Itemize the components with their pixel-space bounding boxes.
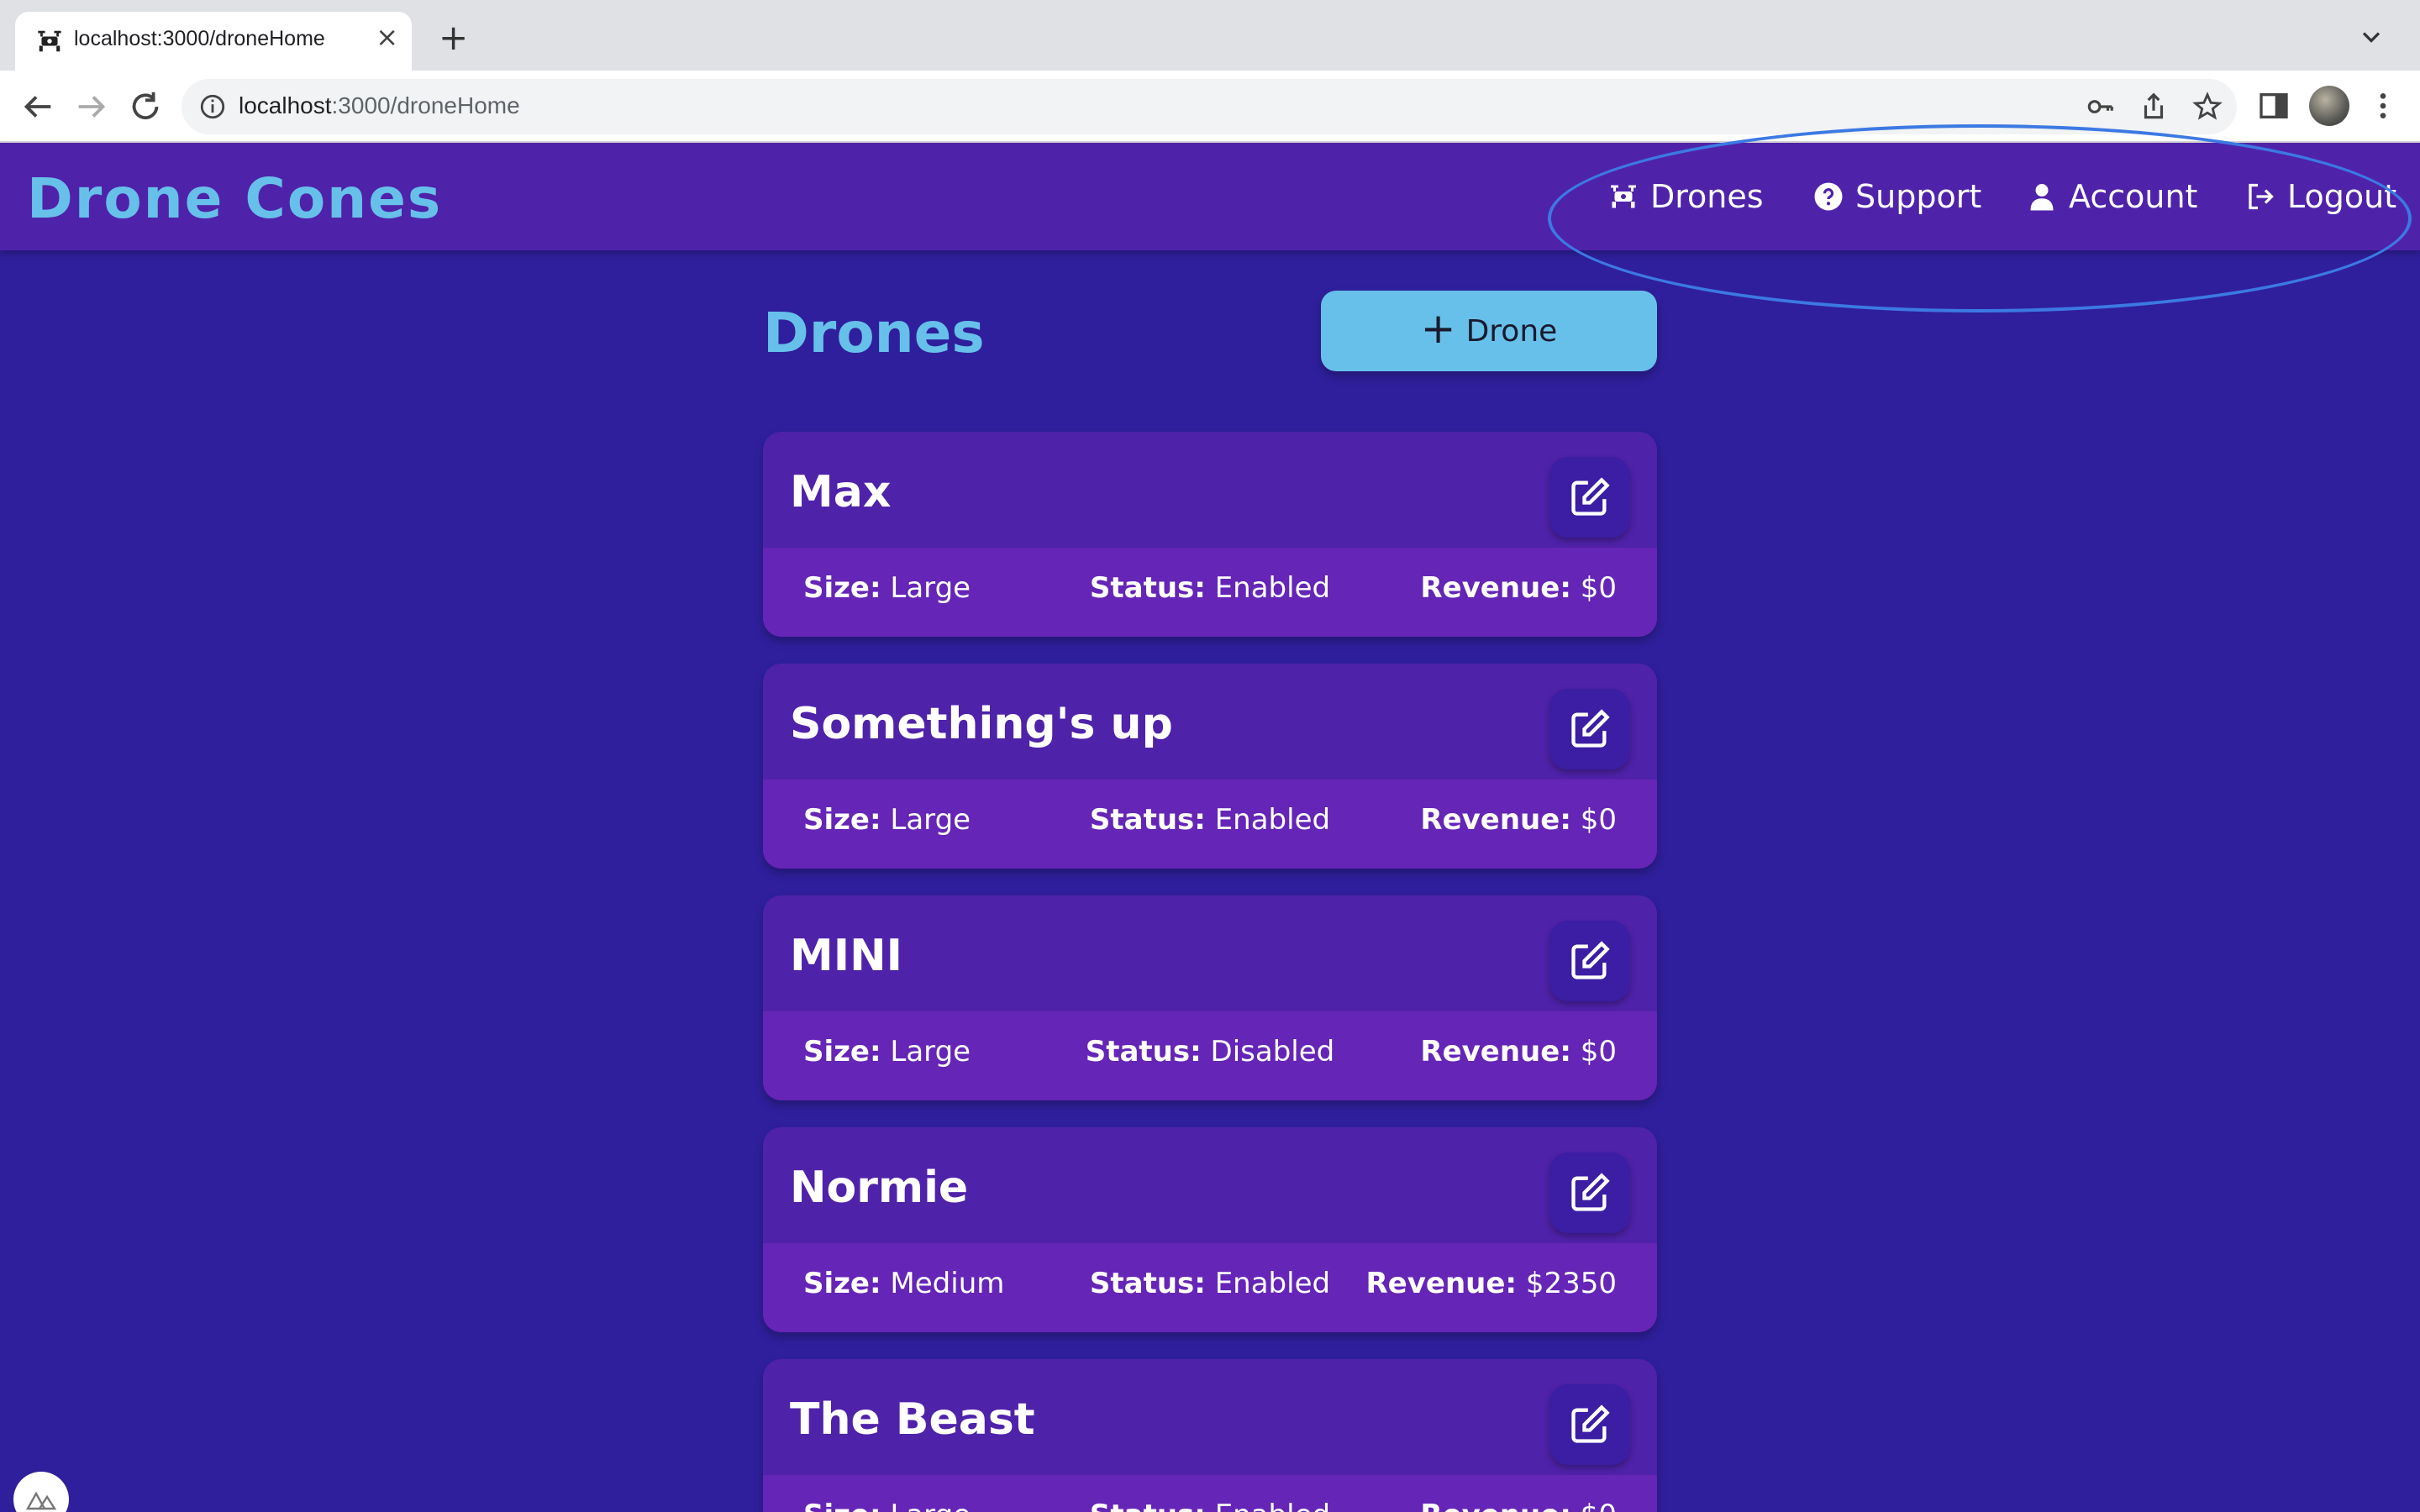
profile-avatar[interactable]	[2309, 86, 2349, 126]
drone-card: The Beast Size: Large Status: Enabled Re…	[763, 1359, 1657, 1512]
edit-drone-button[interactable]	[1549, 457, 1630, 538]
status-value: Disabled	[1210, 1035, 1335, 1068]
revenue-label: Revenue:	[1420, 1499, 1571, 1512]
person-icon	[2030, 184, 2054, 211]
nav-logout[interactable]: Logout	[2245, 178, 2396, 215]
browser-tab-strip: localhost:3000/droneHome × +	[0, 0, 2420, 71]
edit-icon	[1571, 1404, 1610, 1443]
revenue-label: Revenue:	[1420, 571, 1571, 605]
revenue-value: $0	[1580, 571, 1617, 605]
drone-name: Something's up	[790, 699, 1173, 749]
bookmark-star-icon[interactable]	[2191, 91, 2223, 123]
drone-name: MINI	[790, 931, 902, 981]
reload-icon[interactable]	[126, 87, 165, 126]
drone-name: Max	[790, 467, 892, 517]
drone-card: Normie Size: Medium Status: Enabled Reve…	[763, 1127, 1657, 1332]
revenue-value: $0	[1580, 1035, 1617, 1068]
more-menu-icon[interactable]	[2366, 89, 2400, 123]
revenue-label: Revenue:	[1420, 1035, 1571, 1068]
new-tab-icon[interactable]: +	[439, 20, 468, 55]
drone-stats: Size: Large Status: Disabled Revenue: $0	[763, 1011, 1657, 1100]
add-drone-button[interactable]: + Drone	[1321, 291, 1657, 371]
edit-icon	[1571, 1173, 1610, 1211]
brand-logo[interactable]: Drone Cones	[27, 166, 442, 231]
nuxt-logo-icon	[26, 1491, 56, 1510]
drone-name: The Beast	[790, 1394, 1035, 1445]
edit-drone-button[interactable]	[1549, 1384, 1630, 1465]
drone-stats: Size: Large Status: Enabled Revenue: $0	[763, 780, 1657, 869]
edit-icon	[1571, 477, 1610, 516]
status-label: Status:	[1089, 1267, 1206, 1300]
nav-drones-label: Drones	[1650, 178, 1764, 215]
drone-icon	[1611, 185, 1636, 208]
revenue-value: $2350	[1525, 1267, 1617, 1300]
url-path: :3000/droneHome	[331, 92, 520, 118]
status-value: Enabled	[1214, 571, 1331, 605]
tab-close-icon[interactable]: ×	[376, 24, 398, 50]
revenue-value: $0	[1581, 1499, 1617, 1512]
drone-card: Something's up Size: Large Status: Enabl…	[763, 664, 1657, 869]
edit-drone-button[interactable]	[1549, 921, 1630, 1001]
browser-tab[interactable]: localhost:3000/droneHome ×	[15, 12, 412, 71]
add-drone-label: Drone	[1465, 313, 1558, 349]
drone-stats: Size: Large Status: Enabled Revenue: $0	[763, 1475, 1657, 1512]
drone-card: Max Size: Large Status: Enabled Revenue:…	[763, 432, 1657, 637]
status-value: Enabled	[1214, 803, 1331, 837]
nav-support-label: Support	[1855, 178, 1982, 215]
nav-account[interactable]: Account	[2027, 178, 2197, 215]
revenue-label: Revenue:	[1365, 1267, 1518, 1300]
revenue-label: Revenue:	[1420, 803, 1571, 837]
drone-revenue: Revenue: $0	[1420, 1499, 1617, 1512]
status-value: Enabled	[1214, 1267, 1331, 1300]
tab-title: localhost:3000/droneHome	[74, 27, 325, 50]
url-host: localhost	[239, 92, 332, 118]
drone-favicon-icon	[38, 30, 61, 52]
drone-revenue: Revenue: $0	[1420, 571, 1617, 605]
nav-support[interactable]: Support	[1813, 178, 1981, 215]
drone-name: Normie	[790, 1163, 969, 1213]
site-info-icon[interactable]	[198, 92, 227, 121]
nav-logout-label: Logout	[2287, 178, 2397, 215]
drone-revenue: Revenue: $0	[1420, 803, 1617, 837]
nav-drones[interactable]: Drones	[1608, 178, 1764, 215]
status-label: Status:	[1089, 803, 1206, 837]
drone-stats: Size: Medium Status: Enabled Revenue: $2…	[763, 1243, 1657, 1332]
page-title: Drones	[763, 301, 985, 365]
edit-icon	[1571, 941, 1610, 979]
revenue-value: $0	[1580, 803, 1617, 837]
drone-revenue: Revenue: $0	[1420, 1035, 1617, 1068]
nuxt-devtools-button[interactable]	[13, 1472, 69, 1512]
tab-search-chevron-icon[interactable]	[2356, 22, 2386, 52]
drone-stats: Size: Large Status: Enabled Revenue: $0	[763, 548, 1657, 637]
status-value: Enabled	[1215, 1499, 1330, 1512]
side-panel-icon[interactable]	[2257, 89, 2291, 123]
app-header: Drone Cones Drones Support Account Logou…	[0, 143, 2420, 250]
edit-icon	[1571, 709, 1610, 748]
logout-icon	[2249, 183, 2274, 210]
share-icon[interactable]	[2138, 91, 2170, 123]
browser-toolbar: localhost:3000/droneHome	[0, 71, 2420, 143]
forward-arrow-icon[interactable]	[72, 87, 111, 126]
edit-drone-button[interactable]	[1549, 1152, 1630, 1233]
status-label: Status:	[1089, 571, 1206, 605]
drone-card: MINI Size: Large Status: Disabled Revenu…	[763, 895, 1657, 1100]
status-label: Status:	[1090, 1499, 1206, 1512]
key-icon[interactable]	[2084, 91, 2116, 123]
url-text: localhost:3000/droneHome	[239, 92, 520, 119]
edit-drone-button[interactable]	[1549, 689, 1630, 769]
drone-revenue: Revenue: $2350	[1365, 1267, 1617, 1300]
back-arrow-icon[interactable]	[18, 87, 57, 126]
question-circle-icon	[1814, 182, 1843, 211]
nav-account-label: Account	[2069, 178, 2198, 215]
plus-icon: +	[1420, 304, 1456, 353]
address-bar[interactable]: localhost:3000/droneHome	[182, 79, 2237, 134]
status-label: Status:	[1085, 1035, 1202, 1068]
